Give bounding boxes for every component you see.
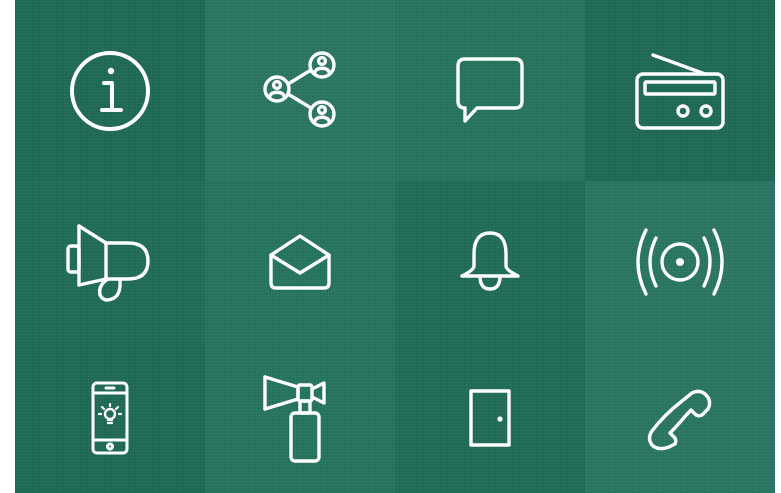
envelope-tile[interactable] [205, 181, 395, 343]
chat-bubble-icon [456, 56, 524, 123]
door-icon [469, 389, 511, 447]
network-share-icon [263, 50, 336, 128]
icon-grid [15, 0, 775, 493]
bell-tile[interactable] [395, 181, 585, 343]
door-tile[interactable] [395, 343, 585, 493]
phone-handset-icon [647, 389, 712, 451]
info-tile[interactable] [15, 0, 205, 181]
smartphone-light-icon [91, 381, 129, 455]
info-icon [70, 50, 150, 131]
megaphone-tile[interactable] [15, 181, 205, 343]
megaphone-icon [66, 224, 150, 302]
network-share-tile[interactable] [205, 0, 395, 181]
air-horn-icon [263, 375, 326, 463]
phone-tile[interactable] [585, 343, 775, 493]
envelope-icon [269, 234, 331, 290]
air-horn-tile[interactable] [205, 343, 395, 493]
bell-icon [460, 231, 520, 291]
smartphone-light-tile[interactable] [15, 343, 205, 493]
alarm-signal-tile[interactable] [585, 181, 775, 343]
chat-tile[interactable] [395, 0, 585, 181]
radio-tile[interactable] [585, 0, 775, 181]
alarm-signal-icon [636, 228, 724, 296]
radio-icon [635, 52, 725, 130]
